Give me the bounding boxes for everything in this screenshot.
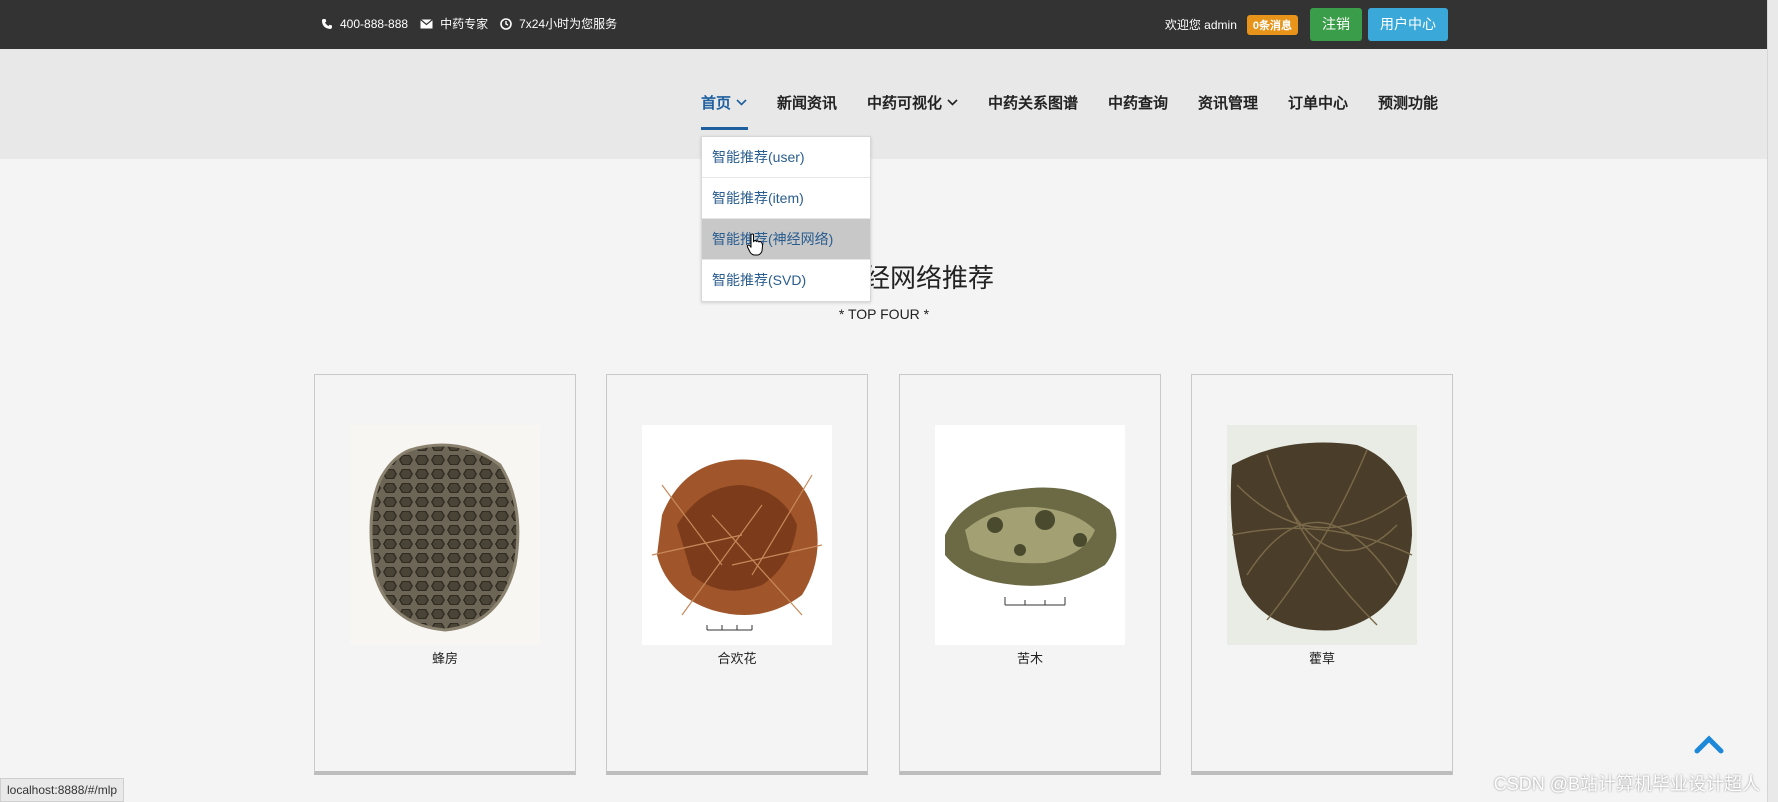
nav-item-prediction[interactable]: 预测功能 bbox=[1378, 92, 1438, 113]
phone-icon bbox=[322, 18, 332, 29]
product-name: 蜂房 bbox=[431, 651, 458, 666]
product-image-huocao bbox=[1227, 425, 1417, 645]
user-area: 欢迎您 admin 0条消息 注销 用户中心 bbox=[1165, 0, 1768, 49]
envelope-icon bbox=[420, 18, 433, 28]
nav-item-news-admin[interactable]: 资讯管理 bbox=[1198, 92, 1258, 113]
section-subtitle: * TOP FOUR * bbox=[838, 306, 930, 322]
product-name: 藿草 bbox=[1308, 651, 1335, 666]
watermark: CSDN @B站计算机毕业设计超人 bbox=[1493, 774, 1760, 794]
product-name: 苦木 bbox=[1016, 651, 1043, 666]
status-url: localhost:8888/#/mlp bbox=[0, 778, 125, 802]
product-image-albizia-flower bbox=[642, 425, 832, 645]
product-image-picrasma bbox=[935, 425, 1125, 645]
nav-item-label: 订单中心 bbox=[1288, 95, 1349, 112]
email-contact: 中药专家 bbox=[420, 15, 488, 32]
nav-item-news[interactable]: 新闻资讯 bbox=[777, 92, 837, 113]
chevron-down-icon bbox=[736, 99, 747, 106]
product-name: 合欢花 bbox=[717, 651, 757, 666]
nav-item-label: 首页 bbox=[701, 95, 732, 112]
nav-item-label: 预测功能 bbox=[1378, 95, 1439, 112]
product-card[interactable]: 苦木 bbox=[899, 374, 1161, 775]
nav-item-label: 中药可视化 bbox=[867, 95, 943, 112]
email-label: 中药专家 bbox=[440, 17, 489, 31]
nav-item-label: 资讯管理 bbox=[1198, 95, 1259, 112]
service-hours: 7x24小时为您服务 bbox=[500, 15, 617, 32]
nav-item-visualization[interactable]: 中药可视化 bbox=[867, 92, 958, 113]
home-dropdown-menu: 智能推荐(user) 智能推荐(item) 智能推荐(神经网络) 智能推荐(SV… bbox=[701, 136, 871, 302]
main-navbar: 首页 新闻资讯 中药可视化 中药关系图谱 中药查询 资讯管理 订单中心 预测功能 bbox=[0, 49, 1768, 159]
product-card[interactable]: 藿草 bbox=[1191, 374, 1453, 775]
scrollbar[interactable] bbox=[1767, 0, 1778, 802]
phone-contact: 400-888-888 bbox=[321, 17, 408, 31]
service-hours-text: 7x24小时为您服务 bbox=[519, 17, 618, 31]
dropdown-item-svd-rec[interactable]: 智能推荐(SVD) bbox=[702, 260, 870, 300]
user-center-button[interactable]: 用户中心 bbox=[1368, 8, 1448, 41]
top-bar: 400-888-888 中药专家 7x24小时为您服务 欢迎您 admin 0条… bbox=[0, 0, 1768, 49]
nav-item-home[interactable]: 首页 bbox=[701, 92, 747, 113]
dropdown-item-neural-rec[interactable]: 智能推荐(神经网络) bbox=[702, 219, 870, 260]
logout-button[interactable]: 注销 bbox=[1310, 8, 1362, 41]
nav-item-label: 新闻资讯 bbox=[777, 95, 838, 112]
nav-item-relation-graph[interactable]: 中药关系图谱 bbox=[988, 92, 1078, 113]
hand-cursor-icon bbox=[746, 233, 764, 256]
nav-item-orders[interactable]: 订单中心 bbox=[1288, 92, 1348, 113]
back-to-top-icon[interactable] bbox=[1694, 734, 1724, 754]
chevron-down-icon bbox=[947, 99, 958, 106]
nav-item-label: 中药查询 bbox=[1108, 95, 1169, 112]
messages-badge[interactable]: 0条消息 bbox=[1246, 14, 1298, 35]
section-title: 经网络推荐 bbox=[864, 263, 995, 293]
dropdown-item-user-rec[interactable]: 智能推荐(user) bbox=[702, 137, 870, 178]
product-card[interactable]: 蜂房 bbox=[314, 374, 576, 775]
active-nav-underline bbox=[701, 127, 748, 130]
product-card[interactable]: 合欢花 bbox=[606, 374, 868, 775]
clock-icon bbox=[500, 17, 512, 30]
nav-item-herb-search[interactable]: 中药查询 bbox=[1108, 92, 1168, 113]
contact-info: 400-888-888 中药专家 7x24小时为您服务 bbox=[321, 0, 629, 47]
phone-number: 400-888-888 bbox=[340, 16, 409, 31]
nav-item-label: 中药关系图谱 bbox=[988, 95, 1079, 112]
dropdown-item-item-rec[interactable]: 智能推荐(item) bbox=[702, 178, 870, 219]
welcome-text: 欢迎您 admin bbox=[1164, 18, 1237, 32]
product-image-honeycomb bbox=[350, 425, 540, 645]
